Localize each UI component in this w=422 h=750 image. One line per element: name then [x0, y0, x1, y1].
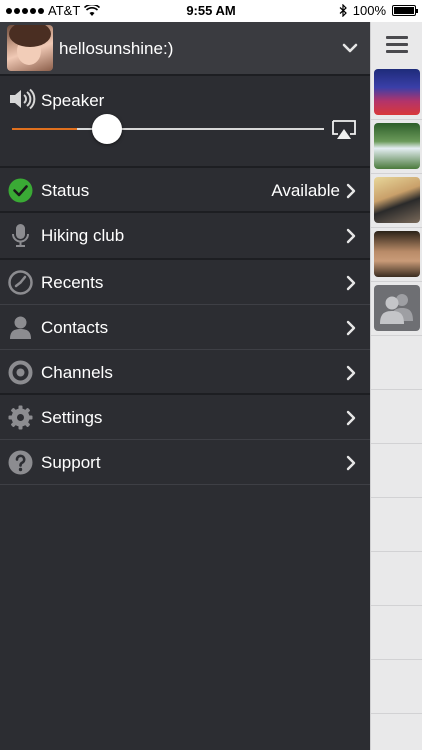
volume-slider[interactable] — [12, 114, 324, 144]
channels-row[interactable]: Channels — [0, 350, 370, 395]
speaker-section: Speaker — [0, 76, 370, 168]
clock-icon — [8, 270, 33, 295]
status-value: Available — [271, 181, 340, 200]
channels-label: Channels — [41, 363, 113, 382]
empty-slot — [371, 552, 422, 606]
recents-label: Recents — [41, 273, 104, 292]
battery-percent: 100% — [352, 3, 386, 18]
group-avatar-icon[interactable] — [374, 285, 420, 331]
battery-icon — [392, 5, 418, 16]
support-row[interactable]: Support — [0, 440, 370, 485]
empty-slot — [371, 444, 422, 498]
contacts-row[interactable]: Contacts — [0, 305, 370, 350]
channel-thumbnail-slot[interactable] — [371, 228, 422, 282]
chevron-right-icon — [346, 365, 356, 381]
gear-icon — [8, 405, 33, 430]
channel-thumbnail-list — [371, 66, 422, 714]
channel-ring-icon — [8, 360, 33, 385]
chevron-right-icon — [346, 183, 356, 199]
settings-label: Settings — [41, 408, 103, 427]
chevron-right-icon — [346, 410, 356, 426]
channel-thumbnail-slot[interactable] — [371, 174, 422, 228]
avatar — [7, 25, 53, 71]
volume-thumb[interactable] — [92, 114, 122, 144]
active-channel-label: Hiking club — [41, 226, 125, 245]
volume-icon — [10, 88, 36, 110]
side-drawer: hellosunshine:) Speaker Status Available… — [0, 22, 370, 750]
status-label: Status — [41, 181, 90, 200]
settings-row[interactable]: Settings — [0, 395, 370, 440]
question-icon — [8, 450, 33, 475]
chevron-right-icon — [346, 228, 356, 244]
chevron-right-icon — [346, 320, 356, 336]
airplay-icon[interactable] — [332, 120, 356, 140]
chevron-down-icon[interactable] — [342, 40, 358, 56]
status-bar: AT&T 9:55 AM 100% — [0, 0, 422, 22]
channel-thumbnail-slot[interactable] — [371, 66, 422, 120]
profile-header[interactable]: hellosunshine:) — [0, 22, 370, 76]
empty-slot — [371, 390, 422, 444]
group-people-icon — [380, 294, 413, 324]
empty-slot — [371, 336, 422, 390]
channel-thumbnail[interactable] — [374, 123, 420, 169]
speaker-label: Speaker — [41, 91, 105, 110]
profile-username: hellosunshine:) — [59, 39, 174, 58]
chevron-right-icon — [346, 275, 356, 291]
empty-slot — [371, 498, 422, 552]
empty-slot — [371, 606, 422, 660]
contacts-label: Contacts — [41, 318, 109, 337]
active-channel-row[interactable]: Hiking club — [0, 213, 370, 260]
person-icon — [10, 316, 31, 339]
empty-slot — [371, 660, 422, 714]
volume-track-fill — [12, 128, 77, 130]
checkmark-circle-icon — [8, 178, 33, 203]
microphone-icon — [12, 224, 29, 247]
channel-thumbnail[interactable] — [374, 69, 420, 115]
status-right: 100% — [339, 3, 418, 18]
channel-thumbnail-slot[interactable] — [371, 282, 422, 336]
channel-thumbnail[interactable] — [374, 231, 420, 277]
bluetooth-icon — [339, 4, 347, 17]
hamburger-icon[interactable] — [386, 36, 408, 54]
channel-strip — [370, 22, 422, 750]
recents-row[interactable]: Recents — [0, 260, 370, 305]
channel-thumbnail-slot[interactable] — [371, 120, 422, 174]
support-label: Support — [41, 453, 101, 472]
chevron-right-icon — [346, 455, 356, 471]
status-row[interactable]: Status Available — [0, 168, 370, 213]
channel-thumbnail[interactable] — [374, 177, 420, 223]
